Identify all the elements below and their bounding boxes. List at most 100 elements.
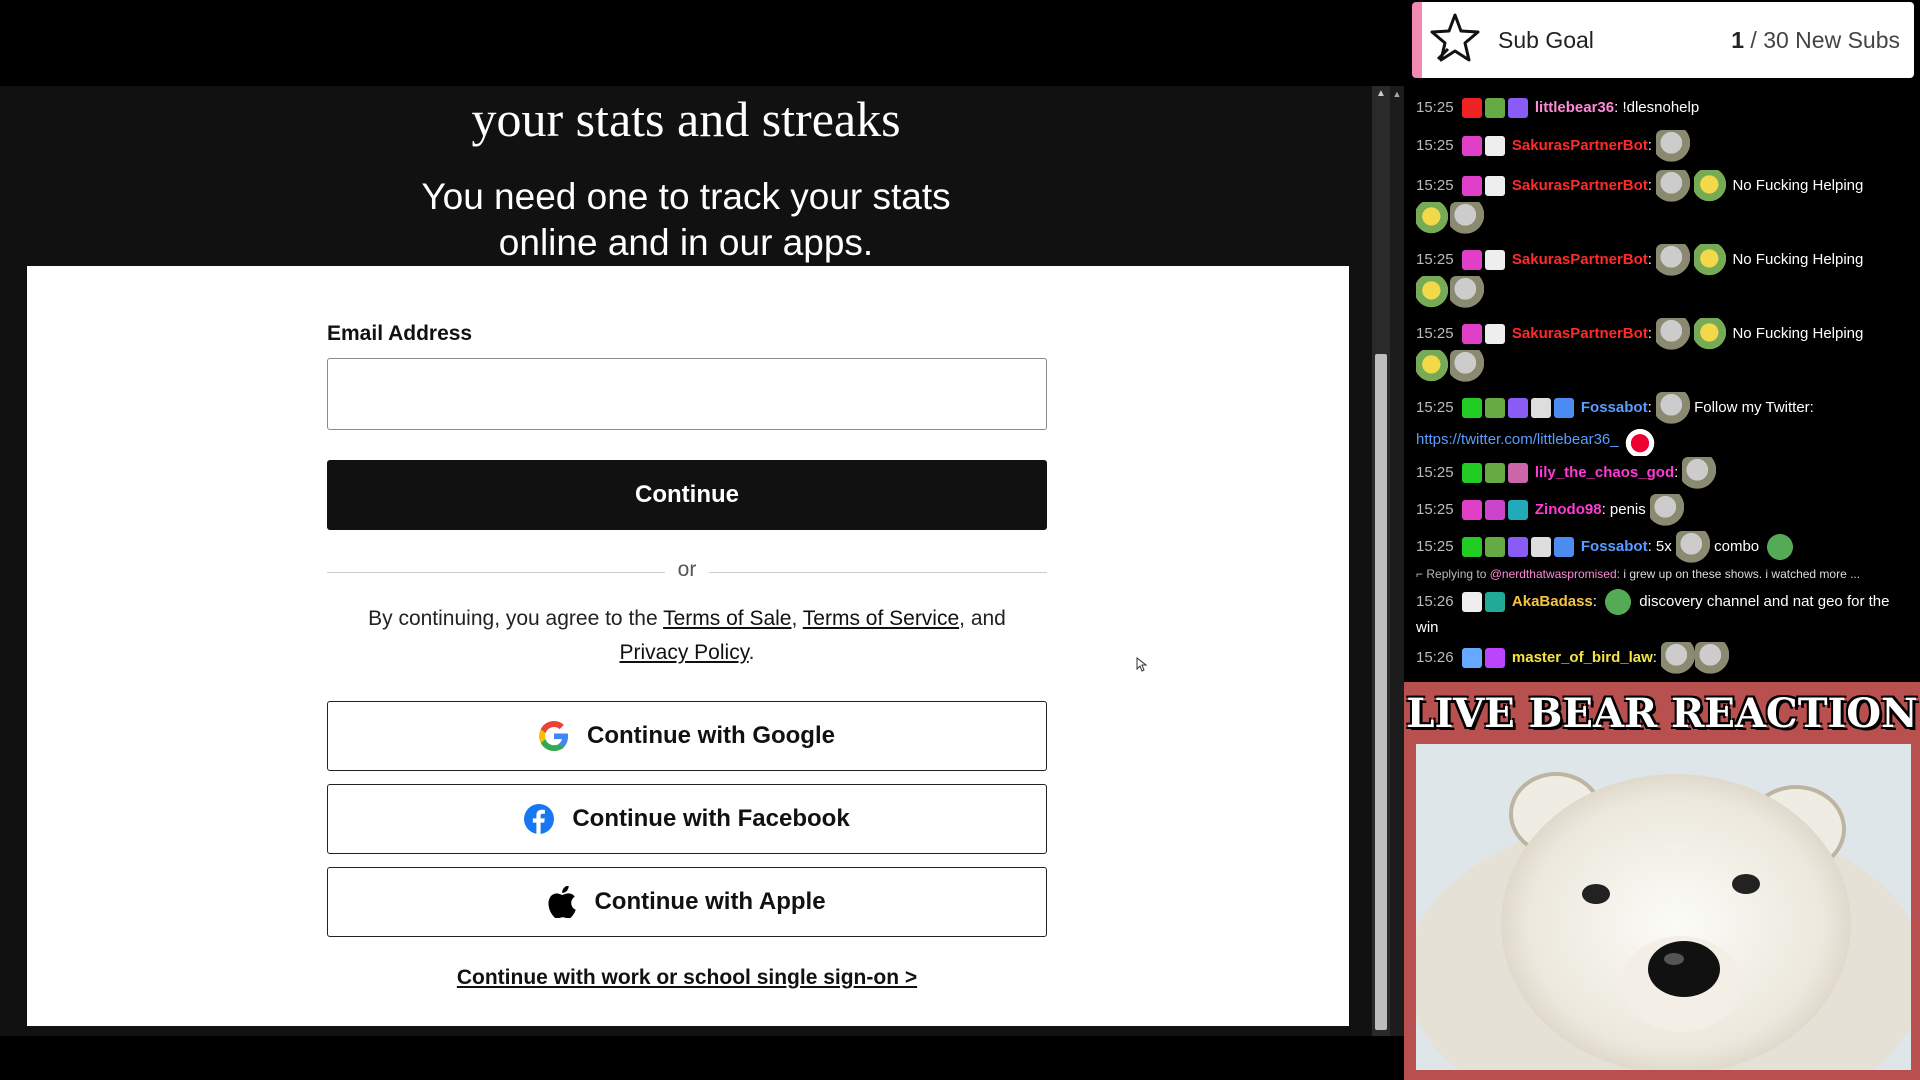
email-field[interactable] — [327, 358, 1047, 430]
bear-badge-icon — [1484, 537, 1505, 557]
bear-badge-icon — [1461, 648, 1482, 668]
chat-username[interactable]: SakurasPartnerBot — [1512, 137, 1648, 154]
scroll-up-arrow-icon[interactable]: ▲ — [1390, 86, 1404, 102]
chat-text: No Fucking Helping — [1732, 176, 1864, 194]
scroll-up-arrow-icon[interactable]: ▲ — [1372, 86, 1390, 102]
google-icon — [539, 721, 569, 751]
chat-username[interactable]: SakurasPartnerBot — [1512, 325, 1648, 342]
reply-target[interactable]: @nerdthatwaspromised: — [1490, 567, 1620, 581]
chat-colon: : — [1647, 398, 1652, 416]
terms-of-sale-link[interactable]: Terms of Sale — [663, 607, 791, 630]
webcam-frame: LIVE BEAR REACTION — [1404, 682, 1920, 1080]
chat-timestamp: 15:25 — [1416, 250, 1454, 268]
bot-badge-icon — [1484, 136, 1505, 156]
browser-scrollbar[interactable]: ▲ — [1372, 86, 1390, 1036]
chat-username[interactable]: Zinodo98 — [1535, 501, 1602, 518]
bear-emote-icon — [1655, 392, 1690, 424]
bear-emote-icon — [1656, 170, 1691, 202]
privacy-policy-link[interactable]: Privacy Policy — [620, 641, 749, 664]
google-signin-button[interactable]: Continue with Google — [327, 701, 1047, 771]
google-button-label: Continue with Google — [587, 722, 835, 749]
bear-badge-icon — [1484, 98, 1505, 119]
stream-chat: 15:25 littlebear36: !dlesnohelp 15:25 Sa… — [1406, 86, 1920, 682]
chat-message: 15:25 Fossabot: Follow my Twitter: https… — [1416, 392, 1906, 456]
chat-colon: : — [1647, 537, 1652, 555]
chat-message: 15:26 master_of_bird_law: — [1416, 642, 1906, 674]
apple-signin-button[interactable]: Continue with Apple — [327, 867, 1047, 937]
chat-timestamp: 15:25 — [1416, 463, 1454, 481]
chat-username[interactable]: Fossabot — [1581, 399, 1648, 416]
bear-emote-icon — [1695, 642, 1730, 674]
verified-badge-icon — [1507, 98, 1528, 119]
scrollbar-thumb[interactable] — [1375, 354, 1387, 1030]
chat-text: 5x — [1655, 537, 1672, 555]
bear-emote-icon — [1450, 276, 1484, 308]
chat-text-wrap: win — [1416, 619, 1439, 636]
sub-goal-widget: Sub Goal 1 / 30 New Subs — [1412, 2, 1914, 78]
chat-username[interactable]: Fossabot — [1581, 538, 1648, 555]
page-subheading: You need one to track your stats online … — [0, 174, 1372, 266]
chat-text: No Fucking Helping — [1732, 250, 1864, 268]
legal-and: , and — [959, 607, 1006, 630]
legal-prefix: By continuing, you agree to the — [368, 607, 664, 630]
bear-emote-icon — [1450, 350, 1484, 382]
dog-emote-icon — [1416, 276, 1450, 308]
secondary-scrollbar[interactable]: ▲ — [1390, 86, 1404, 1036]
sub-badge-icon — [1484, 592, 1505, 612]
bear-emote-icon — [1675, 531, 1710, 563]
apple-icon — [548, 886, 577, 918]
bear-emote-icon — [1656, 318, 1691, 350]
chat-colon: : — [1647, 324, 1652, 342]
legal-comma: , — [791, 607, 803, 630]
months-badge-icon — [1484, 648, 1505, 668]
chat-message: 15:25 SakurasPartnerBot: No Fucking Help… — [1416, 170, 1906, 234]
verified-badge-icon — [1507, 537, 1528, 557]
chat-message: 15:25 Zinodo98: penis — [1416, 494, 1906, 526]
terms-of-service-link[interactable]: Terms of Service — [803, 607, 959, 630]
chat-message: 15:25 Fossabot: 5x combo — [1416, 531, 1906, 563]
chat-username[interactable]: master_of_bird_law — [1512, 649, 1653, 666]
chat-text: penis — [1609, 500, 1646, 518]
chat-colon: : — [1592, 592, 1597, 610]
sso-link[interactable]: Continue with work or school single sign… — [327, 966, 1047, 990]
chat-colon: : — [1652, 648, 1657, 666]
gift-badge-icon — [1507, 500, 1528, 520]
face-emote-icon — [1649, 494, 1684, 526]
facebook-icon — [524, 804, 555, 834]
apple-button-label: Continue with Apple — [594, 888, 826, 915]
login-card: Email Address Continue or By continuing,… — [27, 266, 1349, 1026]
bear-emote-icon — [1682, 457, 1717, 489]
verified-badge-icon — [1507, 398, 1528, 418]
first-badge-icon — [1484, 500, 1505, 520]
chat-colon: : — [1647, 176, 1652, 194]
chat-username[interactable]: SakurasPartnerBot — [1512, 177, 1648, 194]
bot-badge-icon — [1484, 250, 1505, 270]
reply-text: i grew up on these shows. i watched more… — [1619, 567, 1861, 581]
continue-button[interactable]: Continue — [327, 460, 1047, 530]
facebook-signin-button[interactable]: Continue with Facebook — [327, 784, 1047, 854]
chat-timestamp: 15:26 — [1416, 648, 1454, 666]
bear-badge-icon — [1484, 398, 1505, 418]
sub-goal-current: 1 — [1731, 26, 1745, 53]
or-divider: or — [327, 556, 1047, 586]
stream-layout: your stats and streaks You need one to t… — [0, 0, 1920, 1080]
video-title: LIVE BEAR REACTION — [1406, 690, 1918, 737]
chat-text: discovery channel and nat geo for the — [1639, 592, 1890, 610]
chat-username[interactable]: lily_the_chaos_god — [1535, 464, 1674, 481]
chat-username[interactable]: AkaBadass — [1512, 593, 1593, 610]
chat-timestamp: 15:25 — [1416, 398, 1454, 416]
chat-username[interactable]: littlebear36 — [1535, 99, 1614, 116]
sub-goal-progress: 1 / 30 New Subs — [1731, 27, 1900, 54]
chat-link[interactable]: https://twitter.com/littlebear36_ — [1416, 431, 1619, 448]
subheading-line-2: online and in our apps. — [498, 222, 874, 263]
sub-badge-icon — [1461, 324, 1482, 344]
bear-emote-icon — [1661, 642, 1696, 674]
chat-reply-context: ⌐ Replying to @nerdthatwaspromised: i gr… — [1416, 564, 1906, 584]
facebook-button-label: Continue with Facebook — [572, 805, 850, 832]
chat-message: 15:25 SakurasPartnerBot: No Fucking Help… — [1416, 318, 1906, 382]
chat-username[interactable]: SakurasPartnerBot — [1512, 251, 1648, 268]
divider-text: or — [677, 558, 697, 581]
email-label: Email Address — [327, 322, 473, 345]
reply-prefix: Replying to — [1426, 567, 1490, 581]
divider-line-right — [709, 572, 1047, 573]
